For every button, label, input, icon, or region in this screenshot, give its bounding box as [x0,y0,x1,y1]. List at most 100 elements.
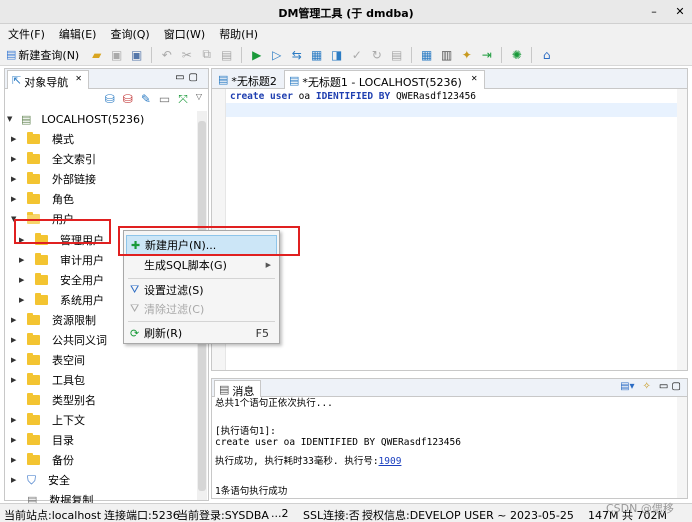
tree-node-context[interactable]: ▶ 上下文 [11,410,85,430]
tab-object-navigator[interactable]: ⇱ 对象导航 ✕ [7,70,89,89]
tree-node-root[interactable]: ▼ ▤ LOCALHOST(5236) [7,109,144,129]
format-icon[interactable]: ▤ [388,46,405,63]
code-area[interactable]: create user oa IDENTIFIED BY QWERasdf123… [212,89,687,370]
message-scrollbar[interactable] [677,397,687,498]
expand-arrow-icon[interactable]: ▼ [7,115,17,123]
tree-node-fulltext-index[interactable]: ▶ 全文索引 [11,149,96,169]
view-menu-icon[interactable]: ▽ [196,92,202,107]
expand-arrow-icon[interactable]: ▶ [11,356,21,364]
clear-icon[interactable]: ✧ [643,381,651,392]
folder-icon [27,393,40,405]
tree-node-directory[interactable]: ▶ 目录 [11,430,74,450]
menu-item-set-filter[interactable]: ⛛ 设置过滤(S) [126,280,277,300]
tree-node-schema[interactable]: ▶ 模式 [11,129,74,149]
toolbar-separator [151,46,153,63]
expand-arrow-icon[interactable]: ▶ [11,456,21,464]
expand-arrow-icon[interactable]: ▶ [11,135,21,143]
expand-arrow-icon[interactable]: ▶ [11,376,21,384]
bug-icon[interactable]: ✺ [508,46,525,63]
menu-item-new-user[interactable]: ✚ 新建用户(N)... [126,235,277,255]
tree-node-user[interactable]: ▼ 用户 [11,209,74,229]
paste-icon[interactable]: ▤ [218,46,235,63]
panel-controls[interactable]: ▭ ▢ [659,381,681,392]
collapse-icon[interactable]: ▭ [159,92,170,107]
open-folder-icon[interactable]: ▰ [88,46,105,63]
tree-node-security-user[interactable]: ▶ 安全用户 [19,270,104,290]
explain-icon[interactable]: ⇆ [288,46,305,63]
run-script-icon[interactable]: ▷ [268,46,285,63]
stop-icon[interactable]: ◨ [328,46,345,63]
undo-icon[interactable]: ↶ [158,46,175,63]
sql-file-icon: ▤ [218,73,229,86]
folder-icon [27,453,40,465]
connect-icon[interactable]: ⛁ [105,92,115,107]
menu-query[interactable]: 查询(Q) [110,26,149,42]
tree-node-public-synonym[interactable]: ▶ 公共同义词 [11,330,107,350]
tree-node-admin-user[interactable]: ▶ 管理用户 [19,230,104,250]
commit-icon[interactable]: ✓ [348,46,365,63]
save-all-icon[interactable]: ▣ [128,46,145,63]
tree-node-audit-user[interactable]: ▶ 审计用户 [19,250,104,270]
monitor-icon[interactable]: ✦ [458,46,475,63]
new-query-button[interactable]: ▤ 新建查询(N) [6,47,79,63]
tree-node-type-alias[interactable]: 类型别名 [11,390,96,410]
expand-arrow-icon[interactable]: ▶ [11,436,21,444]
tab-label: 对象导航 [24,76,69,89]
expand-arrow-icon[interactable]: ▶ [11,316,21,324]
expand-arrow-icon[interactable]: ▶ [11,336,21,344]
tree-node-role[interactable]: ▶ 角色 [11,189,74,209]
tree-node-label: 审计用户 [60,254,104,267]
expand-arrow-icon[interactable]: ▶ [11,155,21,163]
run-icon[interactable]: ▶ [248,46,265,63]
panel-controls[interactable]: ▭▢ [175,72,202,83]
menu-item-clear-filter[interactable]: ⛛ 清除过滤(C) [126,299,277,319]
debug-icon[interactable]: ▦ [308,46,325,63]
menu-help[interactable]: 帮助(H) [219,26,258,42]
menu-edit[interactable]: 编辑(E) [59,26,97,42]
edit-icon[interactable]: ✎ [141,92,151,107]
copy-icon[interactable]: ⧉ [198,46,215,63]
menu-item-refresh[interactable]: ⟳ 刷新(R) F5 [126,323,277,343]
tab-untitled-1[interactable]: ▤ *无标题1 - LOCALHOST(5236) ✕ [284,70,485,89]
expand-icon[interactable]: ⤧ [178,92,188,107]
tree-node-backup[interactable]: ▶ 备份 [11,450,74,470]
close-icon[interactable]: ✕ [75,74,82,89]
rollback-icon[interactable]: ↻ [368,46,385,63]
disconnect-icon[interactable]: ⛁ [123,92,133,107]
expand-arrow-icon[interactable]: ▶ [11,175,21,183]
close-icon[interactable]: ✕ [471,74,478,89]
tab-messages[interactable]: ▤ 消息 [214,380,262,398]
expand-arrow-icon[interactable]: ▶ [11,195,21,203]
menu-item-generate-sql[interactable]: 生成SQL脚本(G) ▶ [126,255,277,275]
tree-node-security[interactable]: ▶ ⛉ 安全 [11,470,70,490]
calendar-icon[interactable]: ▦ [418,46,435,63]
expand-arrow-icon[interactable]: ▶ [11,476,21,484]
expand-arrow-icon[interactable]: ▶ [19,296,29,304]
expand-arrow-icon[interactable]: ▶ [19,256,29,264]
tab-untitled-2[interactable]: ▤ *无标题2 [214,70,283,89]
save-icon[interactable]: ▣ [108,46,125,63]
options-icon[interactable]: ▥ [438,46,455,63]
minimize-button[interactable]: – [646,4,662,20]
view-menu-icon[interactable]: ▤▾ [620,381,634,392]
step-icon[interactable]: ⇥ [478,46,495,63]
tree-node-tablespace[interactable]: ▶ 表空间 [11,350,85,370]
cut-icon[interactable]: ✂ [178,46,195,63]
expand-arrow-icon[interactable]: ▶ [19,276,29,284]
tree-node-external-link[interactable]: ▶ 外部链接 [11,169,96,189]
home-icon[interactable]: ⌂ [538,46,555,63]
editor-scrollbar[interactable] [677,89,687,370]
expand-arrow-icon[interactable]: ▶ [19,236,29,244]
menu-file[interactable]: 文件(F) [8,26,45,42]
expand-arrow-icon[interactable]: ▶ [11,416,21,424]
tree-node-system-user[interactable]: ▶ 系统用户 [19,290,104,310]
close-button[interactable]: ✕ [672,4,688,20]
tree-node-package[interactable]: ▶ 工具包 [11,370,85,390]
tree-node-resource-limit[interactable]: ▶ 资源限制 [11,310,96,330]
folder-icon [27,353,40,365]
folder-icon [27,433,40,445]
menu-bar: 文件(F) 编辑(E) 查询(Q) 窗口(W) 帮助(H) [0,24,692,44]
menu-window[interactable]: 窗口(W) [164,26,205,42]
expand-arrow-icon[interactable]: ▼ [11,215,21,223]
exec-number-link[interactable]: 1909 [379,456,402,467]
